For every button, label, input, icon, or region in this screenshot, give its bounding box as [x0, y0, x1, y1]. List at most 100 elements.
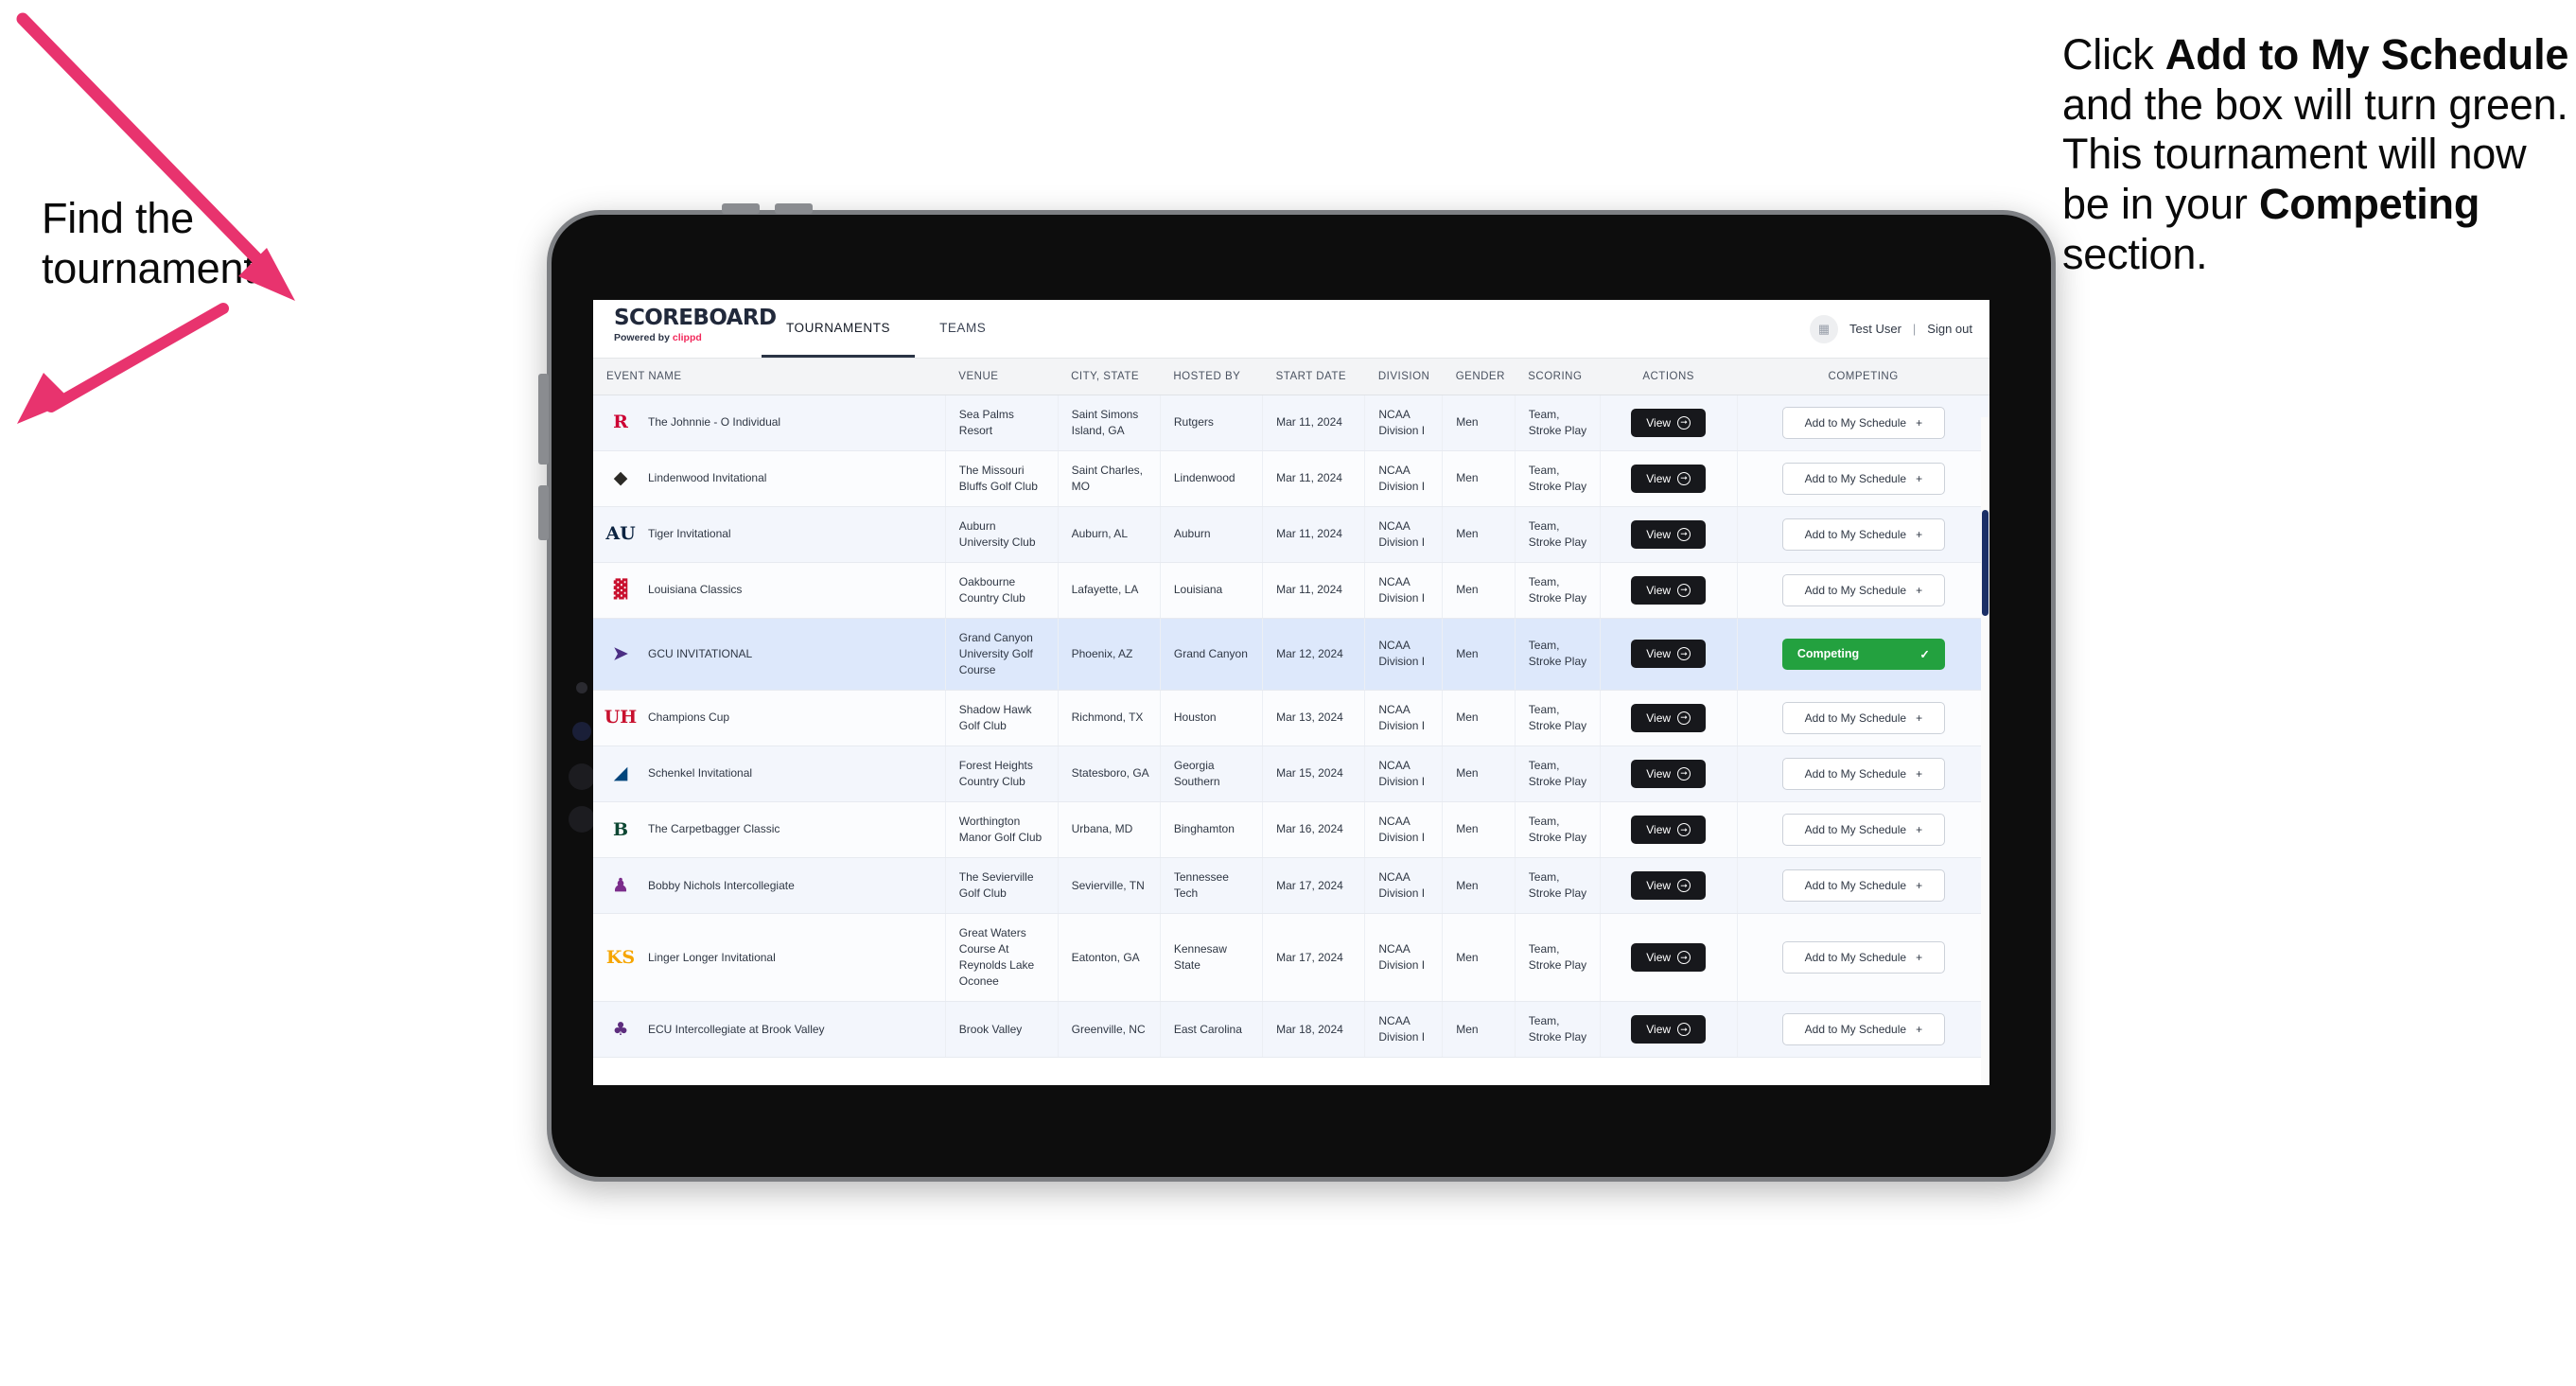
cell-event-name: UH Champions Cup: [593, 690, 946, 746]
view-button[interactable]: View ➞: [1631, 943, 1707, 973]
vertical-scrollbar-track[interactable]: [1981, 417, 1989, 1085]
table-row[interactable]: AU Tiger Invitational Auburn University Cl…: [593, 506, 1989, 563]
col-gender[interactable]: GENDER: [1442, 359, 1516, 395]
view-button[interactable]: View ➞: [1631, 408, 1707, 437]
volume-button[interactable]: [775, 203, 813, 214]
plus-icon: +: [1916, 951, 1923, 965]
col-start-date[interactable]: START DATE: [1262, 359, 1365, 395]
event-name-text: The Johnnie - O Individual: [648, 415, 781, 430]
tab-tournaments[interactable]: TOURNAMENTS: [762, 300, 916, 358]
cell-actions: View ➞: [1600, 618, 1738, 691]
view-button[interactable]: View ➞: [1631, 640, 1707, 669]
arrow-right-circle-icon: ➞: [1677, 879, 1691, 893]
arrow-right-circle-icon: ➞: [1677, 415, 1691, 430]
table-row[interactable]: B The Carpetbagger Classic Worthington Man…: [593, 801, 1989, 859]
cell-scoring: Team, Stroke Play: [1515, 913, 1601, 1003]
table-row[interactable]: ▓ Louisiana Classics Oakbourne Country Clu…: [593, 562, 1989, 619]
cell-division: NCAA Division I: [1364, 562, 1444, 619]
team-logo-icon: UH: [604, 707, 638, 728]
cell-scoring: Team, Stroke Play: [1515, 857, 1601, 915]
table-row[interactable]: UH Champions Cup Shadow Hawk Golf Club Rich…: [593, 690, 1989, 746]
table-row[interactable]: R The Johnnie - O Individual Sea Palms Res…: [593, 395, 1989, 451]
col-division[interactable]: DIVISION: [1364, 359, 1443, 395]
callout-left-line2: tournament.: [42, 243, 267, 292]
cell-start-date: Mar 16, 2024: [1262, 801, 1366, 859]
avatar[interactable]: ▦: [1810, 314, 1838, 343]
arrow-right-circle-icon: ➞: [1677, 951, 1691, 965]
view-button-label: View: [1646, 415, 1672, 430]
col-event-name[interactable]: EVENT NAME: [593, 359, 946, 395]
add-to-my-schedule-button[interactable]: Add to My Schedule +: [1781, 573, 1945, 606]
plus-icon: +: [1916, 583, 1923, 597]
cell-start-date: Mar 15, 2024: [1262, 746, 1366, 802]
add-button-label: Add to My Schedule: [1804, 415, 1907, 430]
cell-event-name: ◢ Schenkel Invitational: [593, 746, 946, 802]
cell-hosted-by: Grand Canyon: [1160, 618, 1264, 691]
col-hosted-by[interactable]: HOSTED BY: [1160, 359, 1263, 395]
cell-hosted-by: Kennesaw State: [1160, 913, 1264, 1003]
view-button[interactable]: View ➞: [1631, 575, 1707, 605]
view-button-label: View: [1646, 647, 1672, 661]
tab-teams[interactable]: TEAMS: [915, 300, 1010, 358]
add-to-my-schedule-button[interactable]: Add to My Schedule +: [1781, 462, 1945, 495]
table-row[interactable]: ◆ Lindenwood Invitational The Missouri Blu…: [593, 450, 1989, 507]
tournaments-table-scroll[interactable]: EVENT NAME VENUE CITY, STATE HOSTED BY S…: [593, 359, 1989, 1085]
sign-out-link[interactable]: Sign out: [1927, 322, 1972, 336]
cell-city-state: Saint Charles, MO: [1058, 450, 1161, 507]
powered-by-text: Powered by: [614, 332, 673, 343]
table-row[interactable]: KS Linger Longer Invitational Great Waters…: [593, 913, 1989, 1003]
power-button[interactable]: [722, 203, 760, 214]
view-button[interactable]: View ➞: [1631, 759, 1707, 788]
table-row[interactable]: ◢ Schenkel Invitational Forest Heights Cou…: [593, 746, 1989, 802]
view-button-label: View: [1646, 471, 1672, 485]
view-button[interactable]: View ➞: [1631, 519, 1707, 549]
add-to-my-schedule-button[interactable]: Add to My Schedule +: [1781, 814, 1945, 846]
cell-city-state: Auburn, AL: [1058, 506, 1161, 563]
side-button-upper[interactable]: [538, 374, 549, 465]
cell-scoring: Team, Stroke Play: [1515, 1001, 1601, 1059]
team-logo-icon: AU: [605, 523, 636, 545]
cell-event-name: B The Carpetbagger Classic: [593, 801, 946, 859]
table-row[interactable]: ♟ Bobby Nichols Intercollegiate The Sevier…: [593, 857, 1989, 915]
side-button-lower[interactable]: [538, 485, 549, 540]
col-competing[interactable]: COMPETING: [1737, 359, 1989, 395]
vertical-scrollbar-thumb[interactable]: [1982, 510, 1989, 616]
view-button[interactable]: View ➞: [1631, 871, 1707, 901]
add-to-my-schedule-button[interactable]: Add to My Schedule +: [1781, 869, 1945, 903]
table-row[interactable]: ♣ ECU Intercollegiate at Brook Valley Broo…: [593, 1001, 1989, 1059]
tablet-screen: SCOREBOARD Powered by clippd TOURNAMENTS…: [593, 300, 1989, 1085]
view-button[interactable]: View ➞: [1631, 464, 1707, 493]
callout-right-bold1: Add to My Schedule: [2164, 30, 2569, 79]
view-button[interactable]: View ➞: [1631, 816, 1707, 844]
competing-button[interactable]: Competing ✓: [1781, 638, 1945, 670]
cell-venue: Forest Heights Country Club: [945, 746, 1059, 802]
cell-division: NCAA Division I: [1364, 618, 1444, 691]
col-actions[interactable]: ACTIONS: [1600, 359, 1738, 395]
cell-actions: View ➞: [1600, 562, 1738, 619]
col-venue[interactable]: VENUE: [945, 359, 1059, 395]
arrow-right-circle-icon: ➞: [1677, 527, 1691, 541]
cell-city-state: Phoenix, AZ: [1058, 618, 1161, 691]
add-to-my-schedule-button[interactable]: Add to My Schedule +: [1781, 1013, 1945, 1046]
view-button[interactable]: View ➞: [1631, 703, 1707, 732]
brand-logo[interactable]: SCOREBOARD Powered by clippd: [593, 300, 777, 358]
cell-scoring: Team, Stroke Play: [1515, 562, 1601, 619]
add-to-my-schedule-button[interactable]: Add to My Schedule +: [1781, 757, 1945, 790]
cell-venue: The Sevierville Golf Club: [945, 857, 1059, 915]
cell-competing: Competing ✓: [1737, 618, 1989, 691]
table-row[interactable]: ➤ GCU INVITATIONAL Grand Canyon University…: [593, 618, 1989, 691]
add-to-my-schedule-button[interactable]: Add to My Schedule +: [1781, 406, 1945, 439]
cell-gender: Men: [1442, 690, 1516, 746]
cell-event-name: AU Tiger Invitational: [593, 506, 946, 563]
col-scoring[interactable]: SCORING: [1515, 359, 1601, 395]
add-to-my-schedule-button[interactable]: Add to My Schedule +: [1781, 941, 1945, 974]
add-to-my-schedule-button[interactable]: Add to My Schedule +: [1781, 518, 1945, 551]
cell-hosted-by: Lindenwood: [1160, 450, 1264, 507]
view-button[interactable]: View ➞: [1631, 1015, 1707, 1044]
cell-venue: Sea Palms Resort: [945, 395, 1059, 451]
cell-hosted-by: East Carolina: [1160, 1001, 1264, 1059]
event-name-text: Schenkel Invitational: [648, 766, 753, 781]
arrow-right-circle-icon: ➞: [1677, 766, 1691, 781]
add-to-my-schedule-button[interactable]: Add to My Schedule +: [1781, 701, 1945, 734]
col-city-state[interactable]: CITY, STATE: [1058, 359, 1161, 395]
